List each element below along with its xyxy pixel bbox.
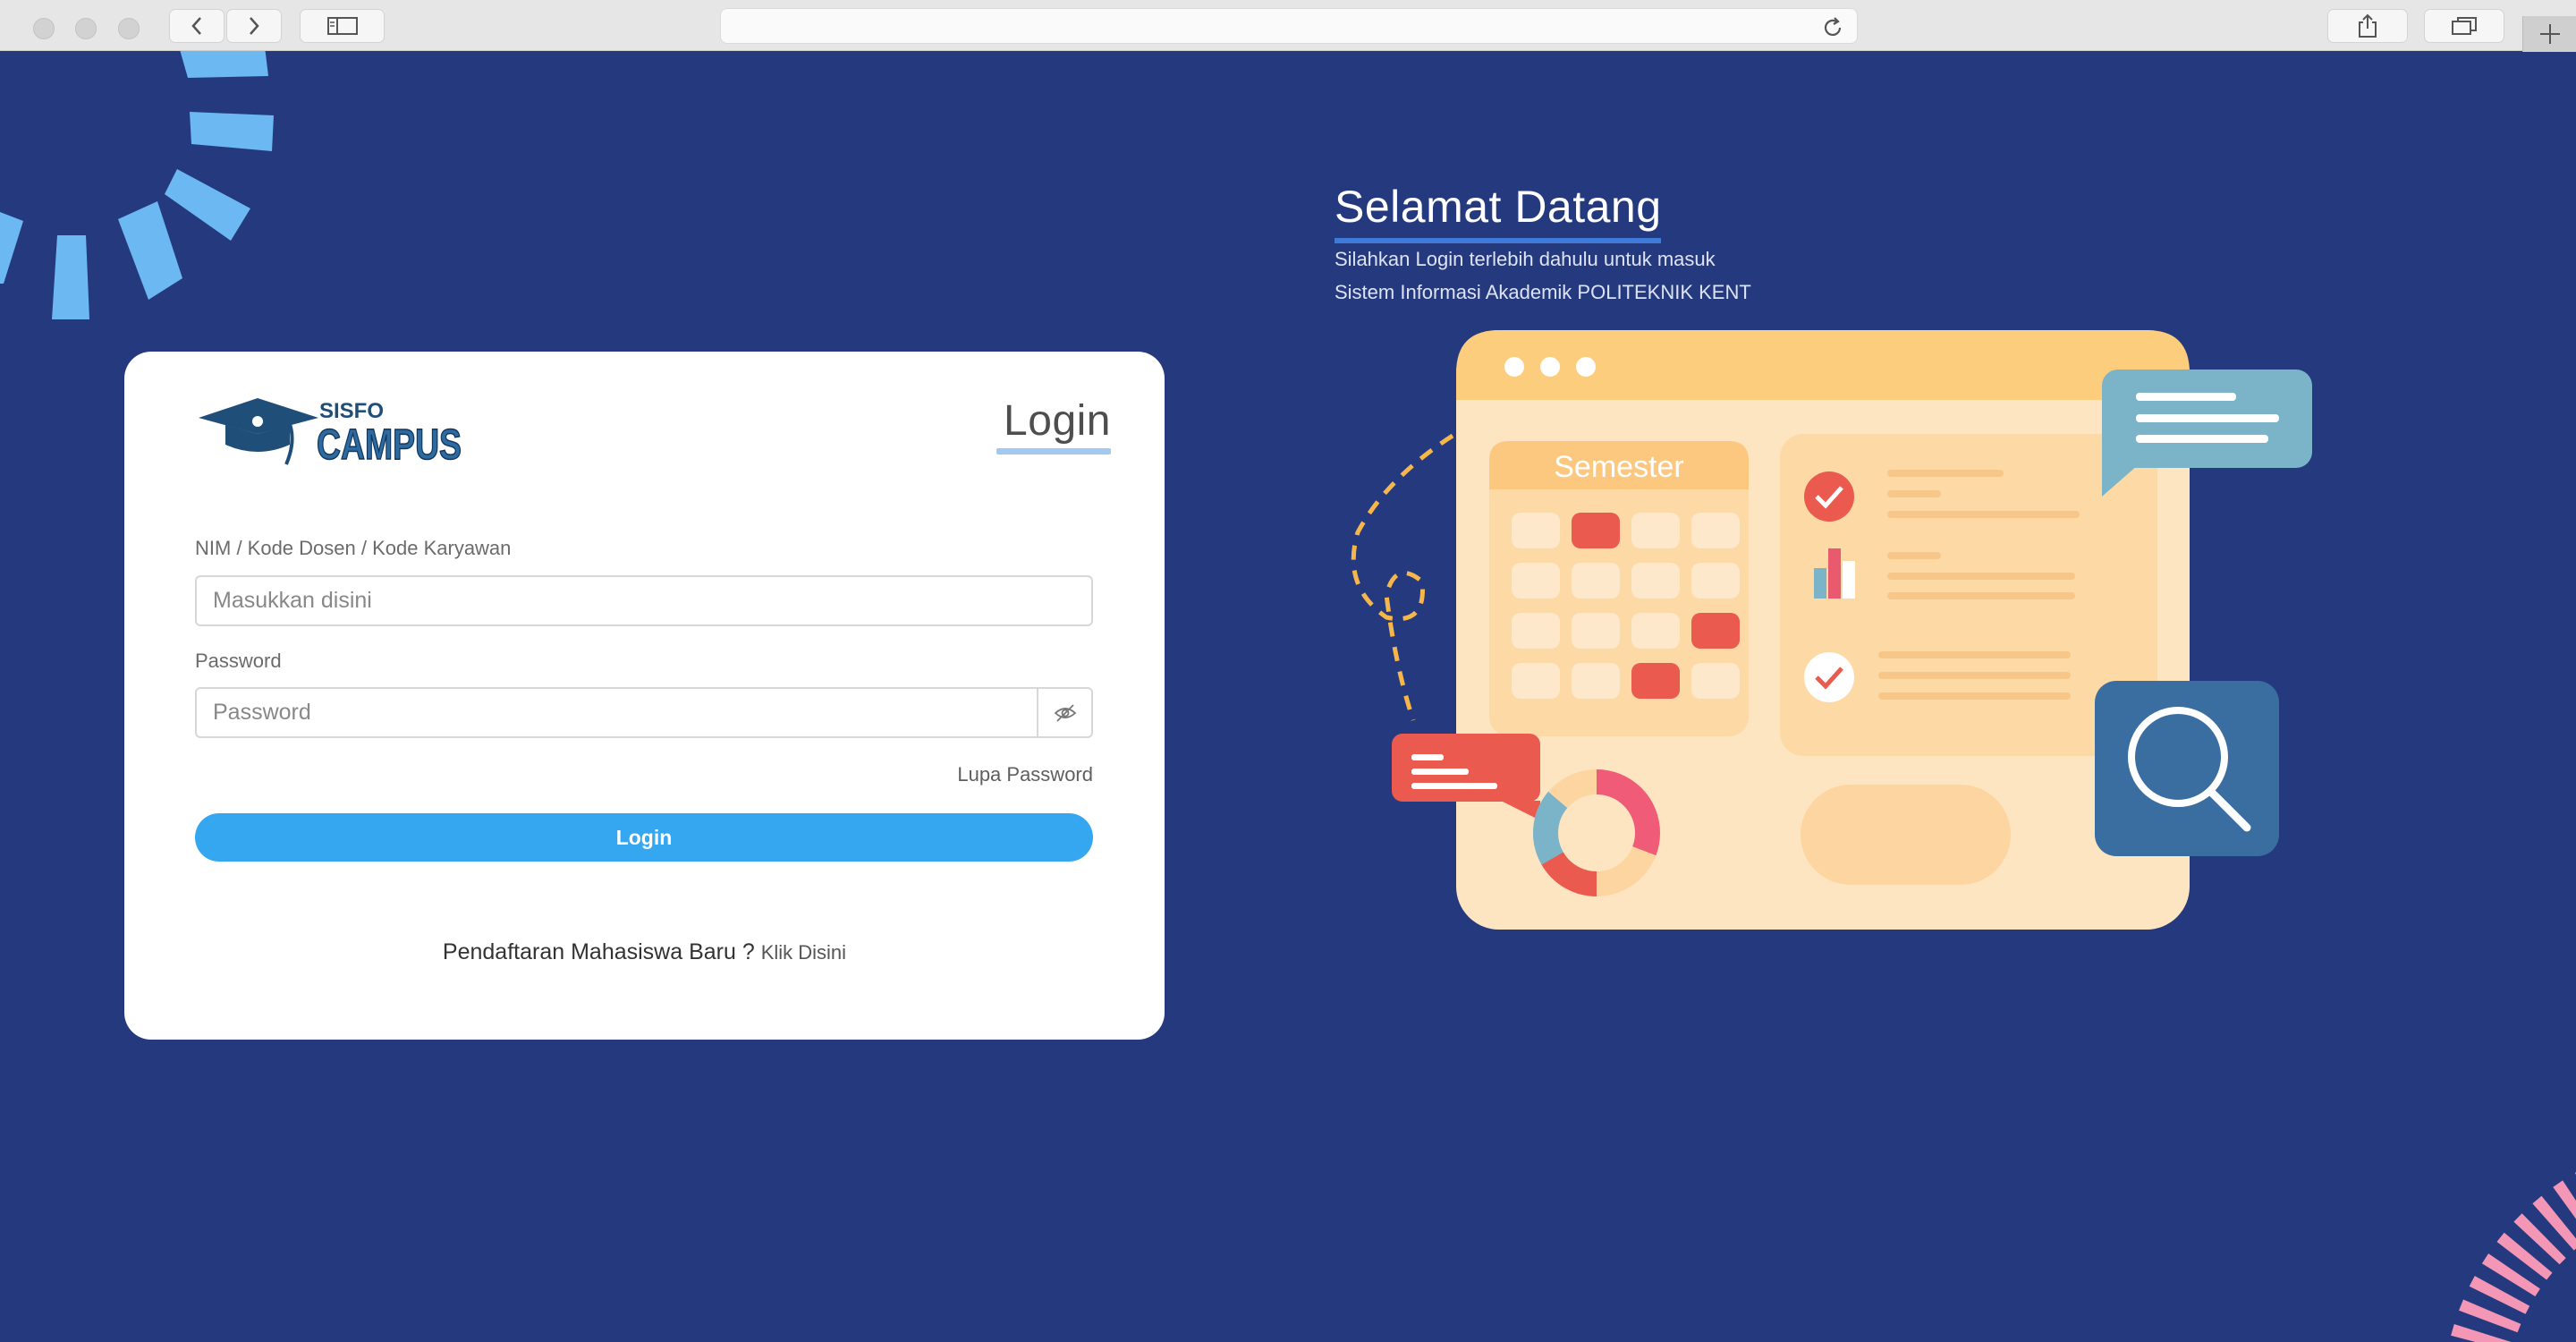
password-input[interactable] xyxy=(197,689,1038,736)
forward-icon xyxy=(250,17,259,35)
login-card: SISFO CAMPUS Login NIM / Kode Dosen / Ko… xyxy=(124,352,1165,1040)
semester-calendar: Semester xyxy=(1489,441,1749,736)
logo-top-text: SISFO xyxy=(319,399,384,423)
sidebar-icon xyxy=(326,17,358,35)
login-title-underline xyxy=(996,448,1111,454)
password-field xyxy=(195,687,1093,738)
calendar-cell xyxy=(1631,663,1680,699)
forward-button[interactable] xyxy=(226,9,282,43)
blue-rays-decoration xyxy=(0,51,274,319)
new-tab-button[interactable] xyxy=(2522,16,2576,52)
eye-slash-icon xyxy=(1054,703,1076,722)
calendar-cell xyxy=(1691,613,1740,649)
nim-label: NIM / Kode Dosen / Kode Karyawan xyxy=(195,537,512,559)
login-button[interactable]: Login xyxy=(195,813,1093,862)
share-button[interactable] xyxy=(2327,9,2408,43)
calendar-cell xyxy=(1512,613,1560,649)
sisfo-campus-logo: SISFO CAMPUS xyxy=(199,393,467,478)
calendar-cell xyxy=(1691,513,1740,548)
calendar-cell xyxy=(1631,613,1680,649)
tabs-overview-button[interactable] xyxy=(2424,9,2504,43)
forgot-password-link[interactable]: Lupa Password xyxy=(957,763,1093,786)
dashboard-illustration: Semester xyxy=(1351,330,2312,930)
reload-icon[interactable] xyxy=(1821,16,1844,39)
register-text: Pendaftaran Mahasiswa Baru ? xyxy=(442,939,755,964)
login-title: Login xyxy=(1004,397,1111,445)
placeholder-pill xyxy=(1801,785,2011,885)
address-bar[interactable] xyxy=(720,8,1858,44)
dashed-path xyxy=(1351,433,1454,721)
window-minimize-dot[interactable] xyxy=(75,18,97,39)
register-link[interactable]: Klik Disini xyxy=(761,941,846,964)
window-zoom-dot[interactable] xyxy=(118,18,140,39)
welcome-underline xyxy=(1335,238,1661,243)
graduation-cap-icon: SISFO CAMPUS xyxy=(199,398,462,470)
calendar-cell xyxy=(1512,563,1560,599)
browser-toolbar xyxy=(0,0,2576,52)
nim-input[interactable] xyxy=(195,575,1093,626)
welcome-subtitle-line2: Sistem Informasi Akademik POLITEKNIK KEN… xyxy=(1335,281,1751,303)
calendar-cell xyxy=(1572,613,1620,649)
back-button[interactable] xyxy=(169,9,225,43)
logo-bottom-text: CAMPUS xyxy=(317,421,462,469)
calendar-cell xyxy=(1572,663,1620,699)
register-prompt: Pendaftaran Mahasiswa Baru ? Klik Disini xyxy=(124,939,1165,965)
welcome-subtitle-line1: Silahkan Login terlebih dahulu untuk mas… xyxy=(1335,248,1716,270)
share-icon xyxy=(2359,13,2377,38)
calendar-cell xyxy=(1572,563,1620,599)
calendar-cell xyxy=(1691,563,1740,599)
calendar-cell xyxy=(1691,663,1740,699)
pink-rays-decoration xyxy=(2451,1172,2576,1342)
calendar-cell xyxy=(1631,513,1680,548)
sidebar-button[interactable] xyxy=(300,9,385,43)
back-icon xyxy=(191,17,201,35)
calendar-cell xyxy=(1572,513,1620,548)
calendar-cell xyxy=(1512,663,1560,699)
window-close-dot[interactable] xyxy=(33,18,55,39)
welcome-title: Selamat Datang xyxy=(1335,182,1662,232)
tabs-icon xyxy=(2452,17,2477,35)
plus-icon xyxy=(2539,24,2560,44)
toggle-password-visibility[interactable] xyxy=(1037,689,1091,736)
password-label: Password xyxy=(195,650,282,672)
search-card xyxy=(2095,681,2279,856)
calendar-cell xyxy=(1631,563,1680,599)
calendar-title: Semester xyxy=(1554,450,1684,484)
calendar-cell xyxy=(1512,513,1560,548)
